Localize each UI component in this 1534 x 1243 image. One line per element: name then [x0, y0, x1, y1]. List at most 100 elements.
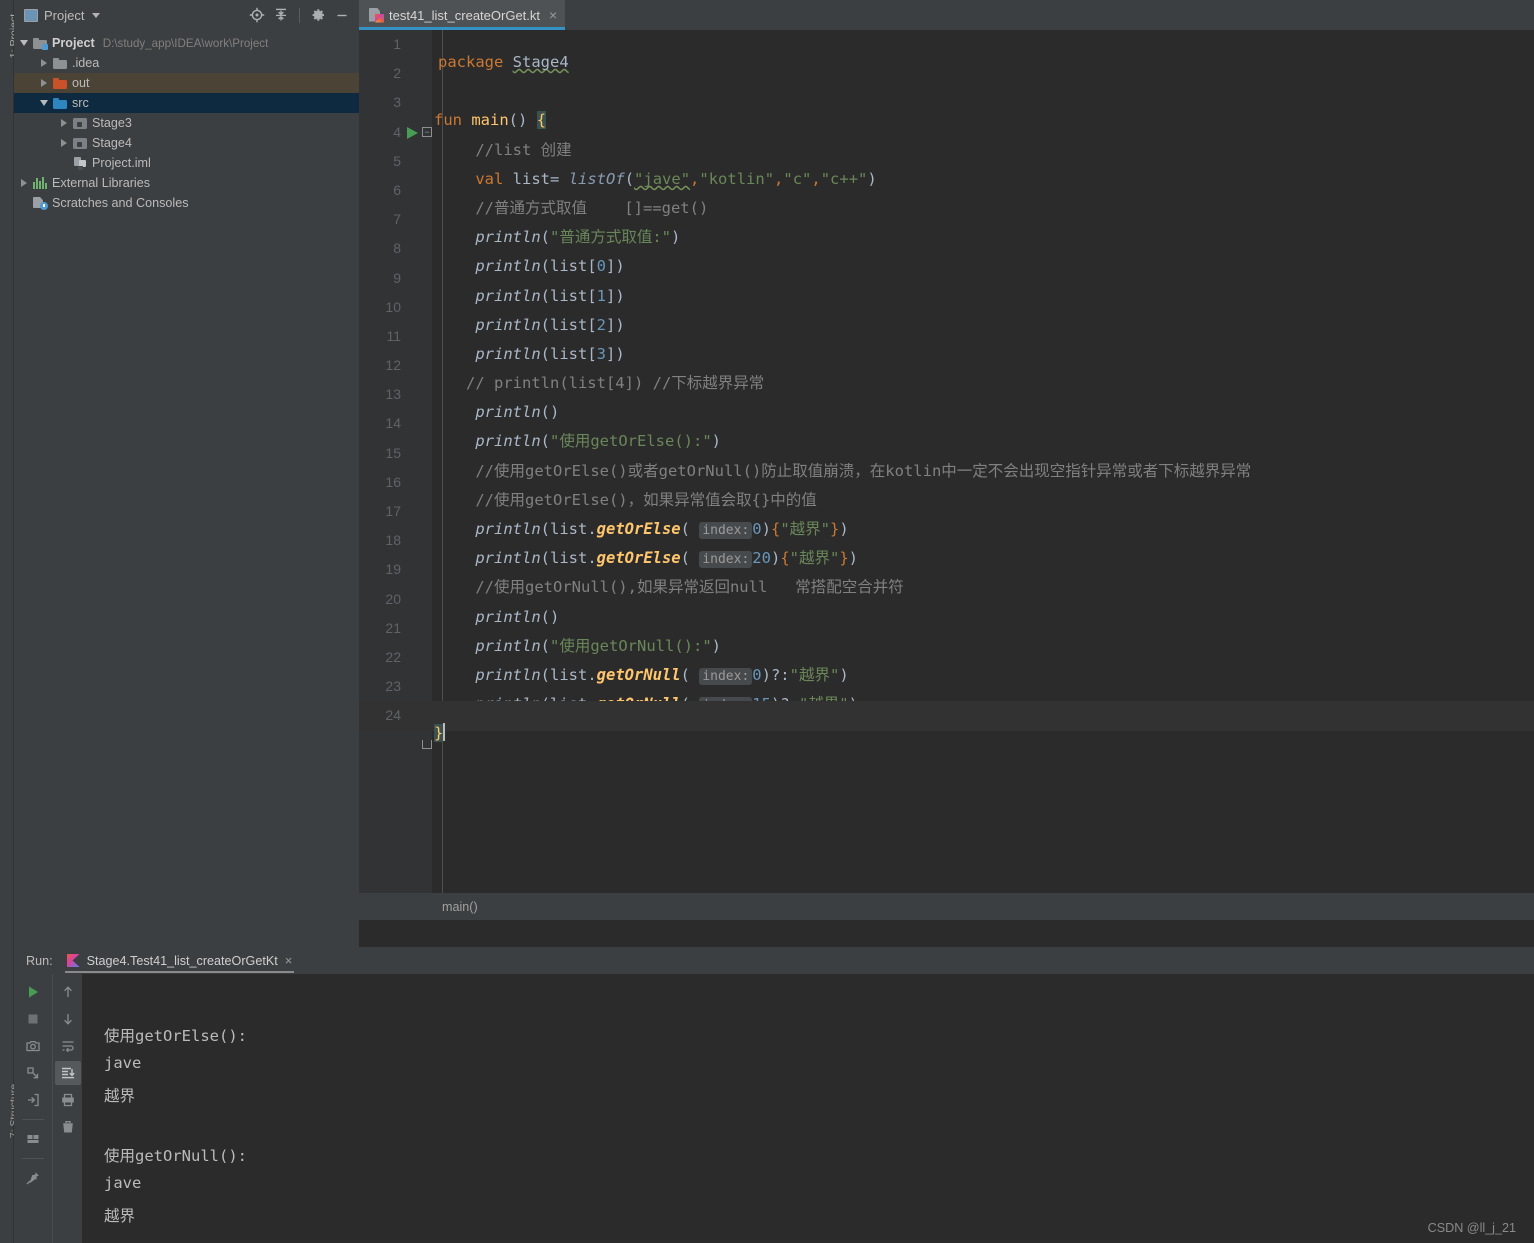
folder-gray-icon	[52, 53, 69, 73]
chevron-right-icon[interactable]	[16, 173, 32, 193]
line-number: 11	[386, 327, 401, 344]
chevron-right-icon[interactable]	[56, 133, 72, 153]
folder-orange-icon	[52, 73, 69, 93]
left-tool-strip: 1: Project 7: Structure	[0, 0, 20, 1243]
scratches-icon	[32, 193, 49, 213]
libraries-icon	[32, 173, 49, 193]
line-number: 1	[393, 36, 401, 52]
tree-row[interactable]: External Libraries	[14, 173, 359, 193]
line-number: 7	[393, 211, 401, 228]
restore-layout-icon[interactable]	[20, 1061, 46, 1085]
line-number: 21	[385, 619, 401, 636]
project-panel-title-group[interactable]: Project	[24, 8, 101, 23]
print-icon[interactable]	[55, 1088, 81, 1112]
rerun-icon[interactable]	[20, 980, 46, 1004]
tree-row[interactable]: Scratches and Consoles	[14, 193, 359, 213]
tree-item-label: Stage3	[92, 116, 132, 130]
run-configuration-tab[interactable]: Stage4.Test41_list_createOrGetKt ×	[61, 947, 299, 974]
tree-row[interactable]: .idea	[14, 53, 359, 73]
line-number: 6	[393, 181, 401, 198]
select-opened-file-icon[interactable]	[246, 4, 268, 26]
tree-item-path: D:\study_app\IDEA\work\Project	[102, 36, 269, 50]
code-lines: 1 package Stage4 2 3 fun main() { 4 //li…	[359, 30, 1534, 920]
line-number: 20	[385, 590, 401, 607]
iml-file-icon	[72, 153, 89, 173]
arrow-up-icon[interactable]	[55, 980, 81, 1004]
soft-wrap-icon[interactable]	[55, 1034, 81, 1058]
package-icon	[72, 133, 89, 153]
console-line: 越界	[104, 1207, 136, 1225]
trash-icon[interactable]	[55, 1115, 81, 1139]
code-line-24: }	[434, 723, 445, 743]
tree-row[interactable]: src	[14, 93, 359, 113]
scroll-to-end-icon[interactable]	[54, 1061, 81, 1085]
tree-item-label: External Libraries	[52, 176, 150, 190]
line-number: 15	[385, 444, 401, 461]
project-tree: Project D:\study_app\IDEA\work\Project .…	[14, 30, 359, 213]
console-line: 使用getOrNull():	[104, 1147, 247, 1165]
run-panel-header: Run: Stage4.Test41_list_createOrGetKt ×	[14, 947, 1534, 974]
watermark: CSDN @ll_j_21	[1427, 1221, 1516, 1235]
run-toolbar-left	[14, 974, 52, 1243]
project-panel-header: Project	[14, 0, 359, 30]
chevron-right-icon[interactable]	[36, 73, 52, 93]
project-panel-actions	[246, 4, 353, 26]
minimize-icon[interactable]	[331, 4, 353, 26]
chevron-down-icon[interactable]	[16, 33, 32, 53]
layout-icon[interactable]	[20, 1127, 46, 1151]
project-tool-window: Project Project D:\study_app\IDEA\work\P…	[14, 0, 359, 947]
line-number: 24	[385, 707, 401, 724]
tree-item-label: Stage4	[92, 136, 132, 150]
tree-item-label: Project	[52, 36, 95, 50]
breadcrumb[interactable]: main()	[442, 900, 478, 914]
code-editor[interactable]: − 1 package Stage4 2 3 fun main() { 4 //…	[359, 30, 1534, 920]
close-icon[interactable]: ×	[546, 8, 557, 22]
line-number: 19	[385, 561, 401, 578]
console-line: 使用getOrElse():	[104, 1027, 247, 1045]
export-icon[interactable]	[20, 1088, 46, 1112]
tree-row[interactable]: Project.iml	[14, 153, 359, 173]
package-icon	[72, 113, 89, 133]
line-number: 22	[385, 648, 401, 665]
line-number: 14	[385, 415, 401, 432]
line-number: 4	[393, 123, 401, 140]
line-number: 5	[393, 152, 401, 169]
breadcrumb-bar: main()	[359, 893, 1534, 920]
toolbar-divider	[22, 1119, 44, 1120]
tree-item-label: Scratches and Consoles	[52, 196, 189, 210]
tree-row[interactable]: Stage3	[14, 113, 359, 133]
collapse-all-icon[interactable]	[270, 4, 292, 26]
chevron-down-icon[interactable]	[92, 12, 101, 18]
line-number: 13	[385, 386, 401, 403]
editor-tab-bar: test41_list_createOrGet.kt ×	[359, 0, 1534, 30]
tree-row[interactable]: Stage4	[14, 133, 359, 153]
arrow-down-icon[interactable]	[55, 1007, 81, 1031]
line-number: 9	[393, 269, 401, 286]
camera-icon[interactable]	[20, 1034, 46, 1058]
run-panel-label: Run:	[26, 953, 53, 968]
tree-row[interactable]: out	[14, 73, 359, 93]
console-output[interactable]: 使用getOrElse(): jave 越界 使用getOrNull(): ja…	[82, 974, 1534, 1243]
line-number: 23	[385, 678, 401, 695]
chevron-down-icon[interactable]	[36, 93, 52, 113]
kotlin-file-icon	[369, 7, 384, 23]
close-icon[interactable]: ×	[285, 953, 293, 968]
tree-row[interactable]: Project D:\study_app\IDEA\work\Project	[14, 33, 359, 53]
pin-icon[interactable]	[20, 1166, 46, 1190]
line-number: 16	[385, 473, 401, 490]
chevron-right-icon[interactable]	[36, 53, 52, 73]
editor-tab-test41[interactable]: test41_list_createOrGet.kt ×	[359, 0, 566, 30]
tree-item-label: Project.iml	[92, 156, 151, 170]
line-number: 18	[385, 532, 401, 549]
ide-window: 1: Project 7: Structure Project	[0, 0, 1534, 1243]
chevron-right-icon[interactable]	[56, 113, 72, 133]
toolbar-divider	[22, 1158, 44, 1159]
gear-icon[interactable]	[307, 4, 329, 26]
stop-icon[interactable]	[20, 1007, 46, 1031]
console-line: 越界	[104, 1087, 136, 1105]
console-line: jave	[104, 1054, 142, 1072]
